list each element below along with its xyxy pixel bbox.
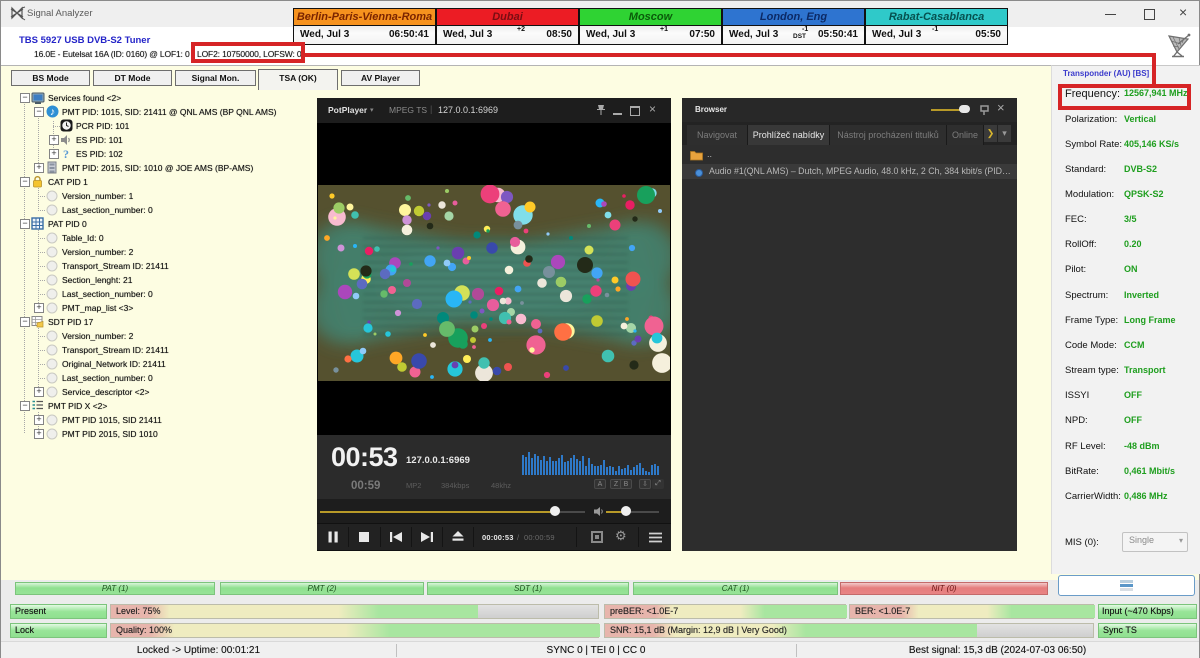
svg-text:♪: ♪ [50,106,55,118]
svg-text:?: ? [63,147,69,160]
